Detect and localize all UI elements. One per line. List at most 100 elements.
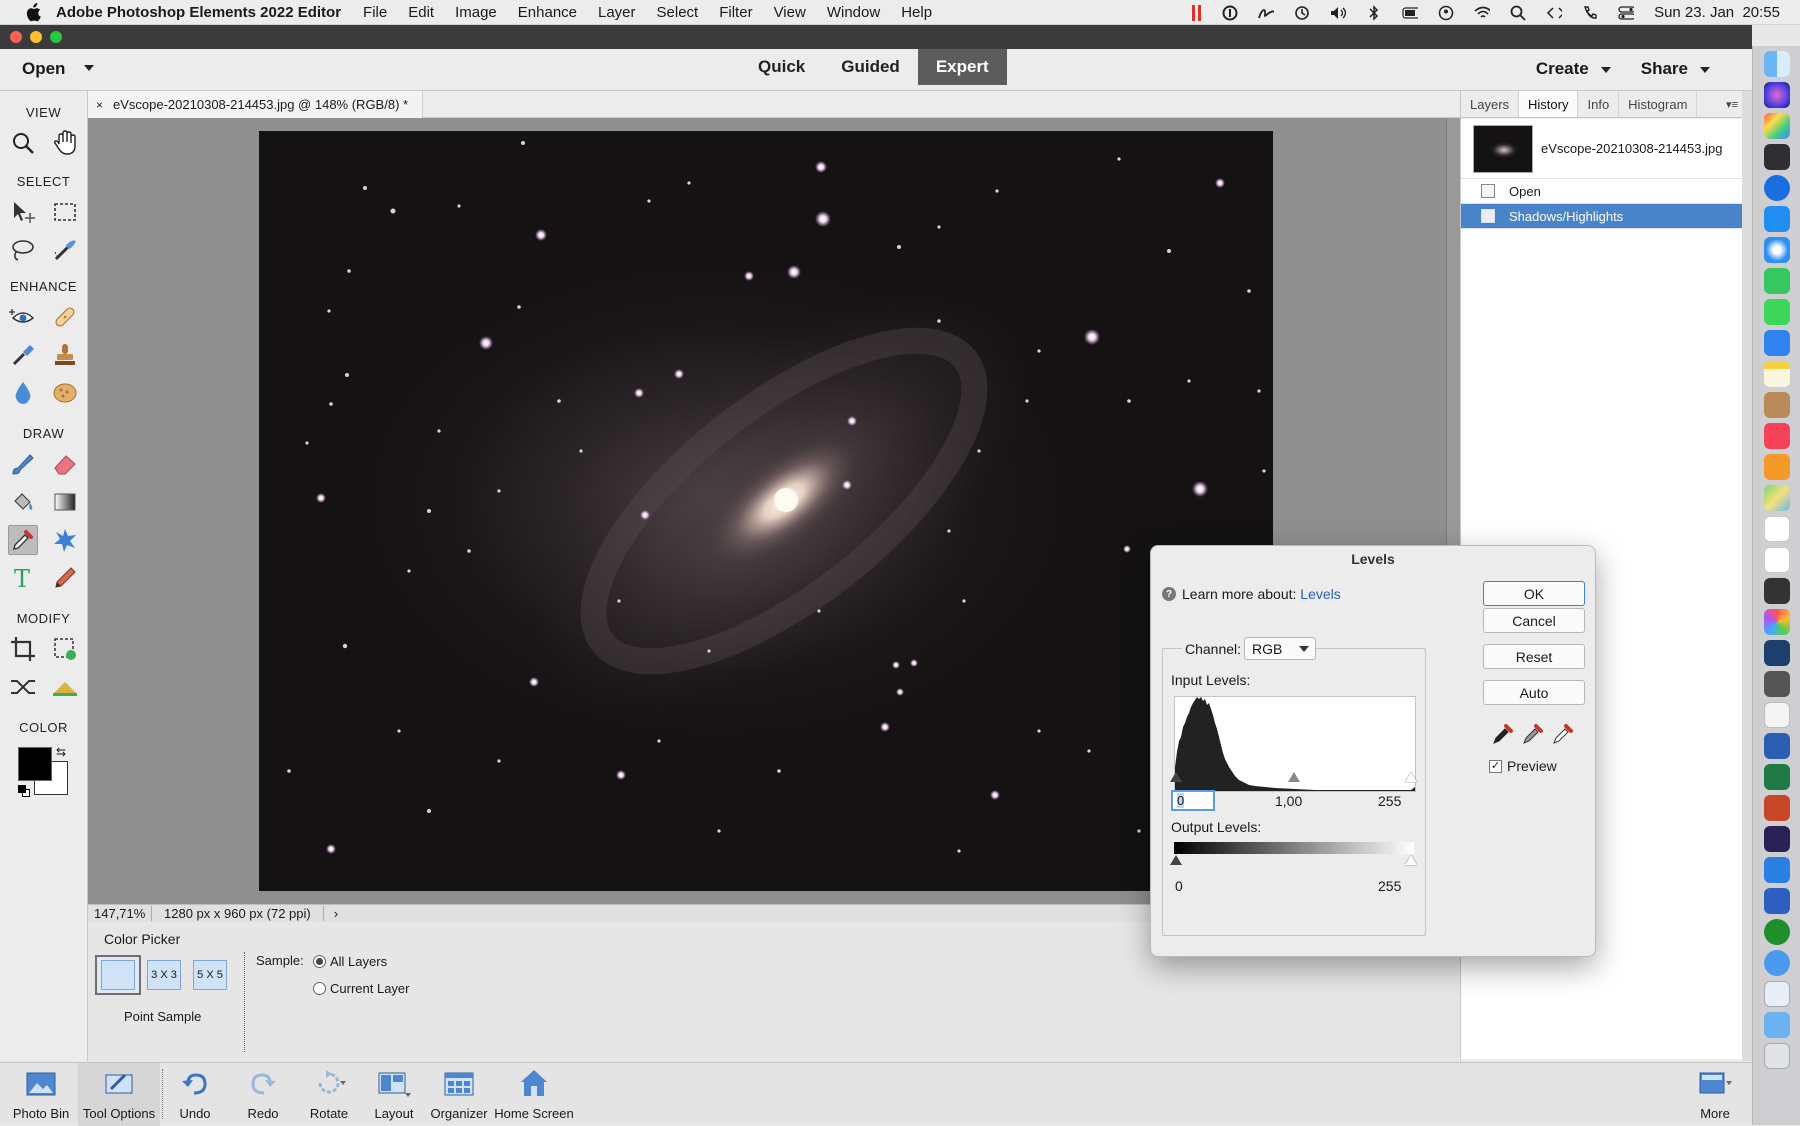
apple-logo-icon[interactable] [22, 1, 44, 23]
1password-icon[interactable] [1222, 5, 1238, 20]
preview-dock-icon[interactable] [1763, 981, 1790, 1007]
channel-select[interactable]: RGB [1244, 637, 1316, 660]
levels-help-link[interactable]: Levels [1300, 586, 1340, 602]
menu-filter[interactable]: Filter [719, 4, 752, 21]
history-item-open[interactable]: Open [1461, 179, 1743, 204]
reminders-dock-icon[interactable] [1763, 547, 1790, 573]
gradient-tool-icon[interactable] [50, 487, 80, 517]
menu-help[interactable]: Help [901, 4, 932, 21]
tab-histogram[interactable]: Histogram [1619, 91, 1698, 117]
mission-control-dock-icon[interactable] [1763, 144, 1790, 170]
app-name[interactable]: Adobe Photoshop Elements 2022 Editor [56, 4, 341, 21]
input-white-slider[interactable] [1405, 772, 1417, 782]
red-eye-tool-icon[interactable] [8, 302, 38, 332]
cancel-button[interactable]: Cancel [1483, 608, 1585, 633]
notes-dock-icon[interactable] [1763, 361, 1790, 387]
phone-icon[interactable] [1582, 5, 1598, 20]
gray-point-eyedropper-icon[interactable] [1521, 722, 1545, 746]
help-icon[interactable]: ? [1162, 587, 1176, 601]
menubar-datetime[interactable]: Sun 23. Jan 20:55 [1654, 4, 1780, 21]
mode-guided[interactable]: Guided [823, 49, 918, 85]
open-button[interactable]: Open [22, 59, 94, 79]
reset-button[interactable]: Reset [1483, 644, 1585, 669]
calendar-dock-icon[interactable] [1763, 516, 1790, 542]
black-point-eyedropper-icon[interactable] [1491, 722, 1515, 746]
output-black-slider[interactable] [1170, 855, 1182, 865]
battery-icon[interactable] [1402, 6, 1419, 20]
point-sample-button[interactable] [95, 955, 141, 995]
safari-dock-icon[interactable] [1763, 237, 1790, 263]
menu-file[interactable]: File [363, 4, 387, 21]
sample-3x3-button[interactable]: 3 X 3 [147, 960, 181, 990]
smart-brush-tool-icon[interactable] [8, 340, 38, 370]
menu-enhance[interactable]: Enhance [518, 4, 577, 21]
white-point-eyedropper-icon[interactable] [1551, 722, 1575, 746]
screen-recording-icon[interactable] [1192, 4, 1202, 21]
rotate-button[interactable]: Rotate [300, 1063, 358, 1126]
word-dock-icon[interactable] [1763, 733, 1790, 759]
sample-5x5-button[interactable]: 5 X 5 [193, 960, 227, 990]
status-expand-chevron-icon[interactable]: › [324, 906, 338, 921]
custom-shape-tool-icon[interactable] [50, 525, 80, 555]
input-black-field[interactable]: 0 [1171, 790, 1215, 811]
panel-menu-icon[interactable]: ▾≡ [1722, 91, 1742, 117]
default-colors-icon[interactable] [18, 785, 30, 797]
preview-checkbox[interactable]: ✓ Preview [1489, 758, 1557, 774]
menu-image[interactable]: Image [455, 4, 497, 21]
marquee-tool-icon[interactable] [50, 197, 80, 227]
photoshop-elements-dock-icon[interactable] [1763, 640, 1790, 666]
volume-icon[interactable] [1330, 6, 1347, 20]
output-white-value[interactable]: 255 [1378, 878, 1401, 894]
crop-tool-icon[interactable] [8, 634, 38, 664]
user-icon[interactable] [1438, 5, 1454, 20]
launchpad-dock-icon[interactable] [1763, 113, 1790, 139]
share-button[interactable]: Share [1641, 59, 1710, 79]
paint-bucket-tool-icon[interactable] [8, 487, 38, 517]
books-dock-icon[interactable] [1763, 454, 1790, 480]
galaxy-photo[interactable] [259, 131, 1273, 891]
auto-button[interactable]: Auto [1483, 680, 1585, 705]
calculator-dock-icon[interactable] [1763, 671, 1790, 697]
move-tool-icon[interactable] [8, 197, 38, 227]
zoom-tool-icon[interactable] [8, 128, 38, 158]
hand-tool-icon[interactable] [50, 128, 80, 158]
maps-dock-icon[interactable] [1763, 485, 1790, 511]
sponge-tool-icon[interactable] [50, 378, 80, 408]
minimize-window-button[interactable] [30, 31, 42, 43]
time-machine-icon[interactable] [1294, 5, 1310, 20]
organizer-button[interactable]: Organizer [428, 1063, 490, 1126]
zoom-window-button[interactable] [50, 31, 62, 43]
menu-window[interactable]: Window [827, 4, 880, 21]
trash-dock-icon[interactable] [1763, 1043, 1790, 1069]
document-tab[interactable]: × eVscope-20210308-214453.jpg @ 148% (RG… [88, 91, 424, 118]
content-aware-move-icon[interactable] [8, 672, 38, 702]
menu-layer[interactable]: Layer [598, 4, 636, 21]
output-white-slider[interactable] [1405, 855, 1417, 865]
powerpoint-dock-icon[interactable] [1763, 795, 1790, 821]
compass-dock-icon[interactable] [1763, 950, 1790, 976]
tab-info[interactable]: Info [1578, 91, 1620, 117]
more-button[interactable]: More [1690, 1063, 1740, 1126]
astro-app-dock-icon[interactable] [1763, 826, 1790, 852]
textedit-dock-icon[interactable] [1763, 702, 1790, 728]
chevron-down-icon[interactable] [84, 65, 94, 71]
input-gamma-slider[interactable] [1288, 772, 1300, 782]
excel-dock-icon[interactable] [1763, 764, 1790, 790]
foreground-color-swatch[interactable] [18, 747, 52, 781]
pencil-tool-icon[interactable] [50, 563, 80, 593]
input-black-slider[interactable] [1170, 772, 1182, 782]
photos-dock-icon[interactable] [1763, 609, 1790, 635]
ok-button[interactable]: OK [1483, 581, 1585, 606]
menu-view[interactable]: View [774, 4, 806, 21]
siri-dock-icon[interactable] [1763, 82, 1790, 108]
output-black-value[interactable]: 0 [1175, 878, 1183, 894]
facetime-dock-icon[interactable] [1763, 268, 1790, 294]
close-window-button[interactable] [10, 31, 22, 43]
finder-dock-icon[interactable] [1763, 51, 1790, 77]
tab-history[interactable]: History [1519, 91, 1579, 117]
zoom-readout[interactable]: 147,71% [88, 906, 152, 921]
quick-selection-tool-icon[interactable] [50, 235, 80, 265]
control-center-icon[interactable] [1618, 5, 1635, 20]
code-brackets-icon[interactable] [1546, 6, 1563, 20]
bluetooth-icon[interactable] [1366, 4, 1382, 21]
